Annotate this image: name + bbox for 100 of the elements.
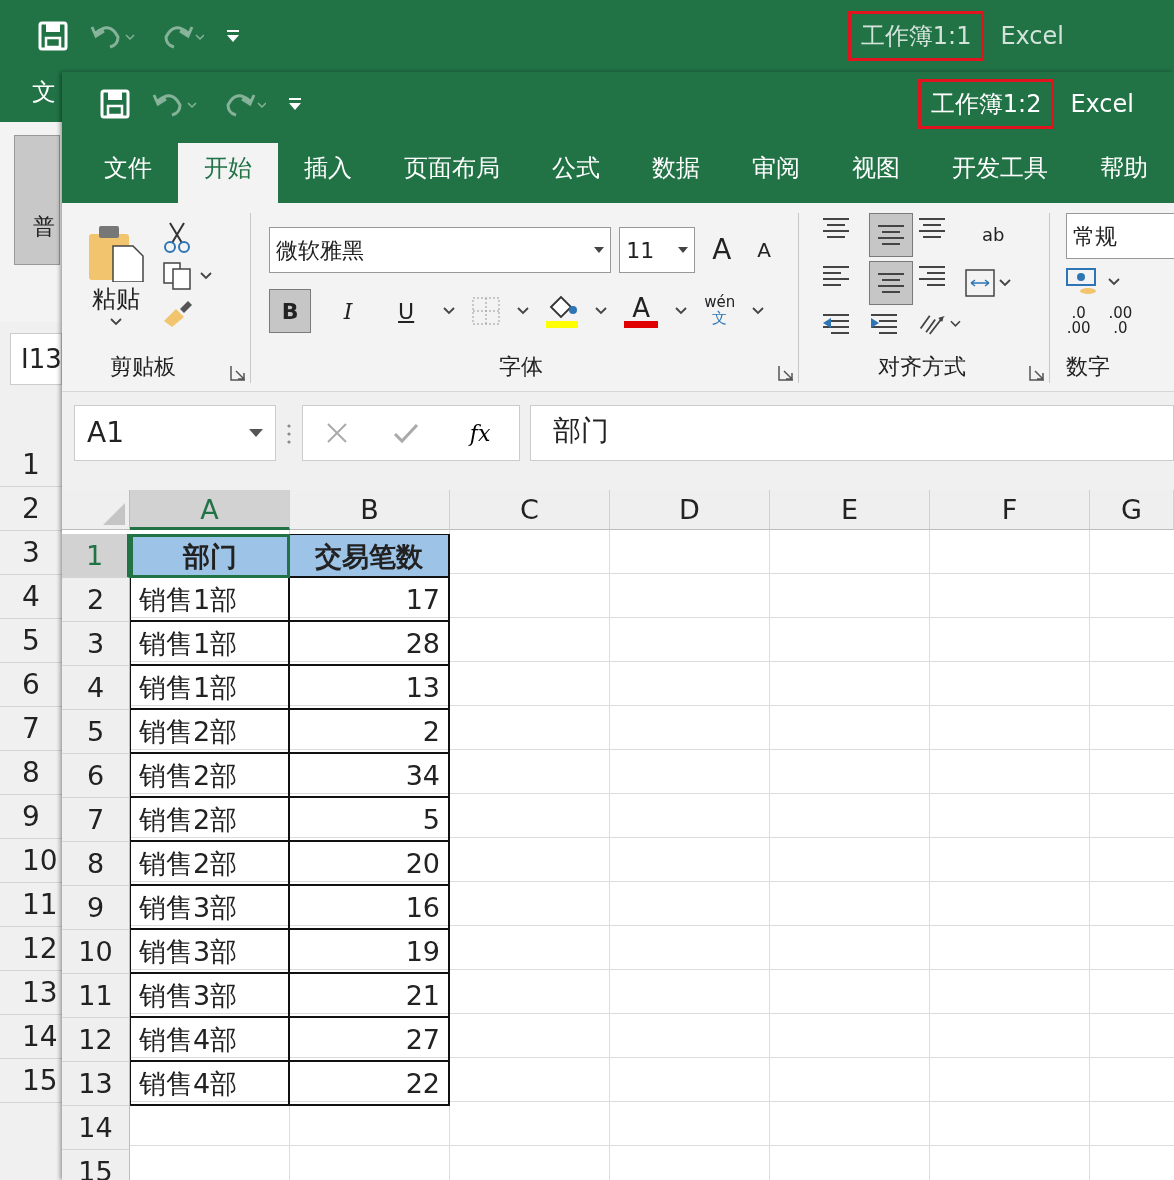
- row-header[interactable]: 14: [62, 1106, 130, 1150]
- color-bar-icon: [624, 320, 659, 328]
- phonetic-guide-button[interactable]: wén 文: [703, 294, 737, 328]
- caret-icon[interactable]: [110, 317, 122, 326]
- table-cell: 21: [290, 974, 450, 1018]
- ribbon-tab[interactable]: 数据: [626, 143, 726, 203]
- row-header[interactable]: 11: [62, 974, 130, 1018]
- merge-cells-icon[interactable]: [965, 268, 996, 298]
- row-header[interactable]: 13: [62, 1062, 130, 1106]
- column-header[interactable]: E: [770, 490, 930, 530]
- wrap-text-button[interactable]: ab: [965, 213, 1022, 257]
- ribbon-tab[interactable]: 视图: [826, 143, 926, 203]
- ribbon-tab[interactable]: 公式: [526, 143, 626, 203]
- column-header[interactable]: C: [450, 490, 610, 530]
- table-cell: 16: [290, 886, 450, 930]
- paintbrush-icon[interactable]: [162, 299, 194, 329]
- column-header[interactable]: B: [290, 490, 450, 530]
- table-cell: 22: [290, 1062, 450, 1106]
- table-cell: 销售1部: [130, 622, 290, 666]
- column-header[interactable]: A: [130, 490, 290, 530]
- row-header[interactable]: 8: [62, 842, 130, 886]
- window-title: 工作簿1:2: [917, 78, 1055, 129]
- dropdown-arrow-icon: [678, 247, 689, 253]
- table-cell: 交易笔数: [290, 534, 450, 578]
- table-cell: 销售3部: [130, 886, 290, 930]
- table-cell: 销售2部: [130, 754, 290, 798]
- ribbon-tab[interactable]: 文件: [78, 143, 178, 203]
- clipboard-icon: [87, 224, 145, 283]
- scissors-icon[interactable]: [162, 221, 192, 253]
- paste-button[interactable]: 粘贴: [86, 221, 146, 329]
- column-header[interactable]: D: [610, 490, 770, 530]
- font-name-field[interactable]: 微软雅黑: [269, 227, 612, 273]
- table-cell: 17: [290, 578, 450, 622]
- row-header[interactable]: 10: [62, 930, 130, 974]
- row-header[interactable]: 12: [62, 1018, 130, 1062]
- ribbon-tab[interactable]: 开发工具: [926, 143, 1074, 203]
- decrease-decimal-button[interactable]: .00 .0: [1107, 305, 1134, 337]
- row-header[interactable]: 9: [62, 886, 130, 930]
- row-header[interactable]: 5: [62, 710, 130, 754]
- font-color-button[interactable]: A: [623, 293, 660, 329]
- number-format-field[interactable]: 常规: [1065, 213, 1174, 259]
- caret-icon[interactable]: [595, 307, 608, 315]
- center-align-button[interactable]: [869, 261, 914, 305]
- customize-toolbar-icon[interactable]: [288, 96, 302, 111]
- name-box[interactable]: A1: [74, 405, 276, 461]
- grip-icon: [286, 423, 292, 445]
- caret-icon[interactable]: [752, 307, 765, 315]
- italic-button[interactable]: I: [327, 289, 370, 333]
- table-cell: 销售1部: [130, 666, 290, 710]
- underline-button[interactable]: U: [385, 289, 428, 333]
- save-icon[interactable]: [38, 21, 68, 51]
- ribbon-tab[interactable]: 页面布局: [378, 143, 526, 203]
- shrink-font-button[interactable]: A: [748, 234, 780, 266]
- table-cell: 销售4部: [130, 1018, 290, 1062]
- ribbon-tab[interactable]: 审阅: [726, 143, 826, 203]
- table-cell: 销售2部: [130, 798, 290, 842]
- group-label: 对齐方式: [876, 353, 967, 381]
- dialog-launcher-icon[interactable]: [778, 365, 795, 381]
- ribbon-tab[interactable]: 开始: [178, 143, 278, 203]
- table-cell: 5: [290, 798, 450, 842]
- name-box[interactable]: I13: [10, 333, 62, 385]
- increase-decimal-button[interactable]: .0 .00: [1065, 305, 1092, 337]
- formula-field[interactable]: 部门: [530, 405, 1174, 461]
- middle-align-button[interactable]: [869, 213, 914, 257]
- caret-icon[interactable]: [999, 279, 1012, 287]
- window-title: 工作簿1:1: [847, 11, 985, 61]
- fill-bucket-icon[interactable]: [545, 293, 580, 329]
- view-button[interactable]: 普: [14, 135, 60, 265]
- ribbon-tab[interactable]: 插入: [278, 143, 378, 203]
- caret-icon[interactable]: [200, 272, 212, 280]
- caret-icon[interactable]: [1107, 278, 1120, 286]
- dropdown-arrow-icon[interactable]: [249, 429, 263, 437]
- row-header[interactable]: 1: [62, 534, 130, 578]
- bold-button[interactable]: B: [269, 289, 312, 333]
- save-icon[interactable]: [100, 88, 130, 119]
- caret-icon[interactable]: [517, 307, 530, 315]
- table-cell: 销售2部: [130, 842, 290, 886]
- app-name: Excel: [1000, 21, 1064, 52]
- group-label: 剪贴板: [109, 353, 178, 381]
- insert-function-button[interactable]: fx: [463, 415, 497, 451]
- table-cell: 销售3部: [130, 974, 290, 1018]
- caret-icon[interactable]: [443, 307, 456, 315]
- column-header[interactable]: F: [930, 490, 1090, 530]
- caret-icon[interactable]: [675, 307, 688, 315]
- dialog-launcher-icon[interactable]: [1028, 365, 1045, 381]
- column-header[interactable]: G: [1090, 490, 1174, 530]
- copy-icon[interactable]: [162, 261, 192, 291]
- grow-font-button[interactable]: A: [703, 228, 741, 272]
- customize-toolbar-icon[interactable]: [226, 29, 240, 43]
- row-header[interactable]: 6: [62, 754, 130, 798]
- table-cell: 27: [290, 1018, 450, 1062]
- ribbon-tab[interactable]: 帮助: [1074, 143, 1174, 203]
- dialog-launcher-icon[interactable]: [230, 365, 247, 381]
- row-header[interactable]: 4: [62, 666, 130, 710]
- font-size-field[interactable]: 11: [619, 227, 696, 273]
- row-header[interactable]: 7: [62, 798, 130, 842]
- caret-icon[interactable]: [950, 320, 962, 328]
- row-header[interactable]: 3: [62, 622, 130, 666]
- ribbon-tab[interactable]: 文: [0, 72, 62, 122]
- row-header[interactable]: 2: [62, 578, 130, 622]
